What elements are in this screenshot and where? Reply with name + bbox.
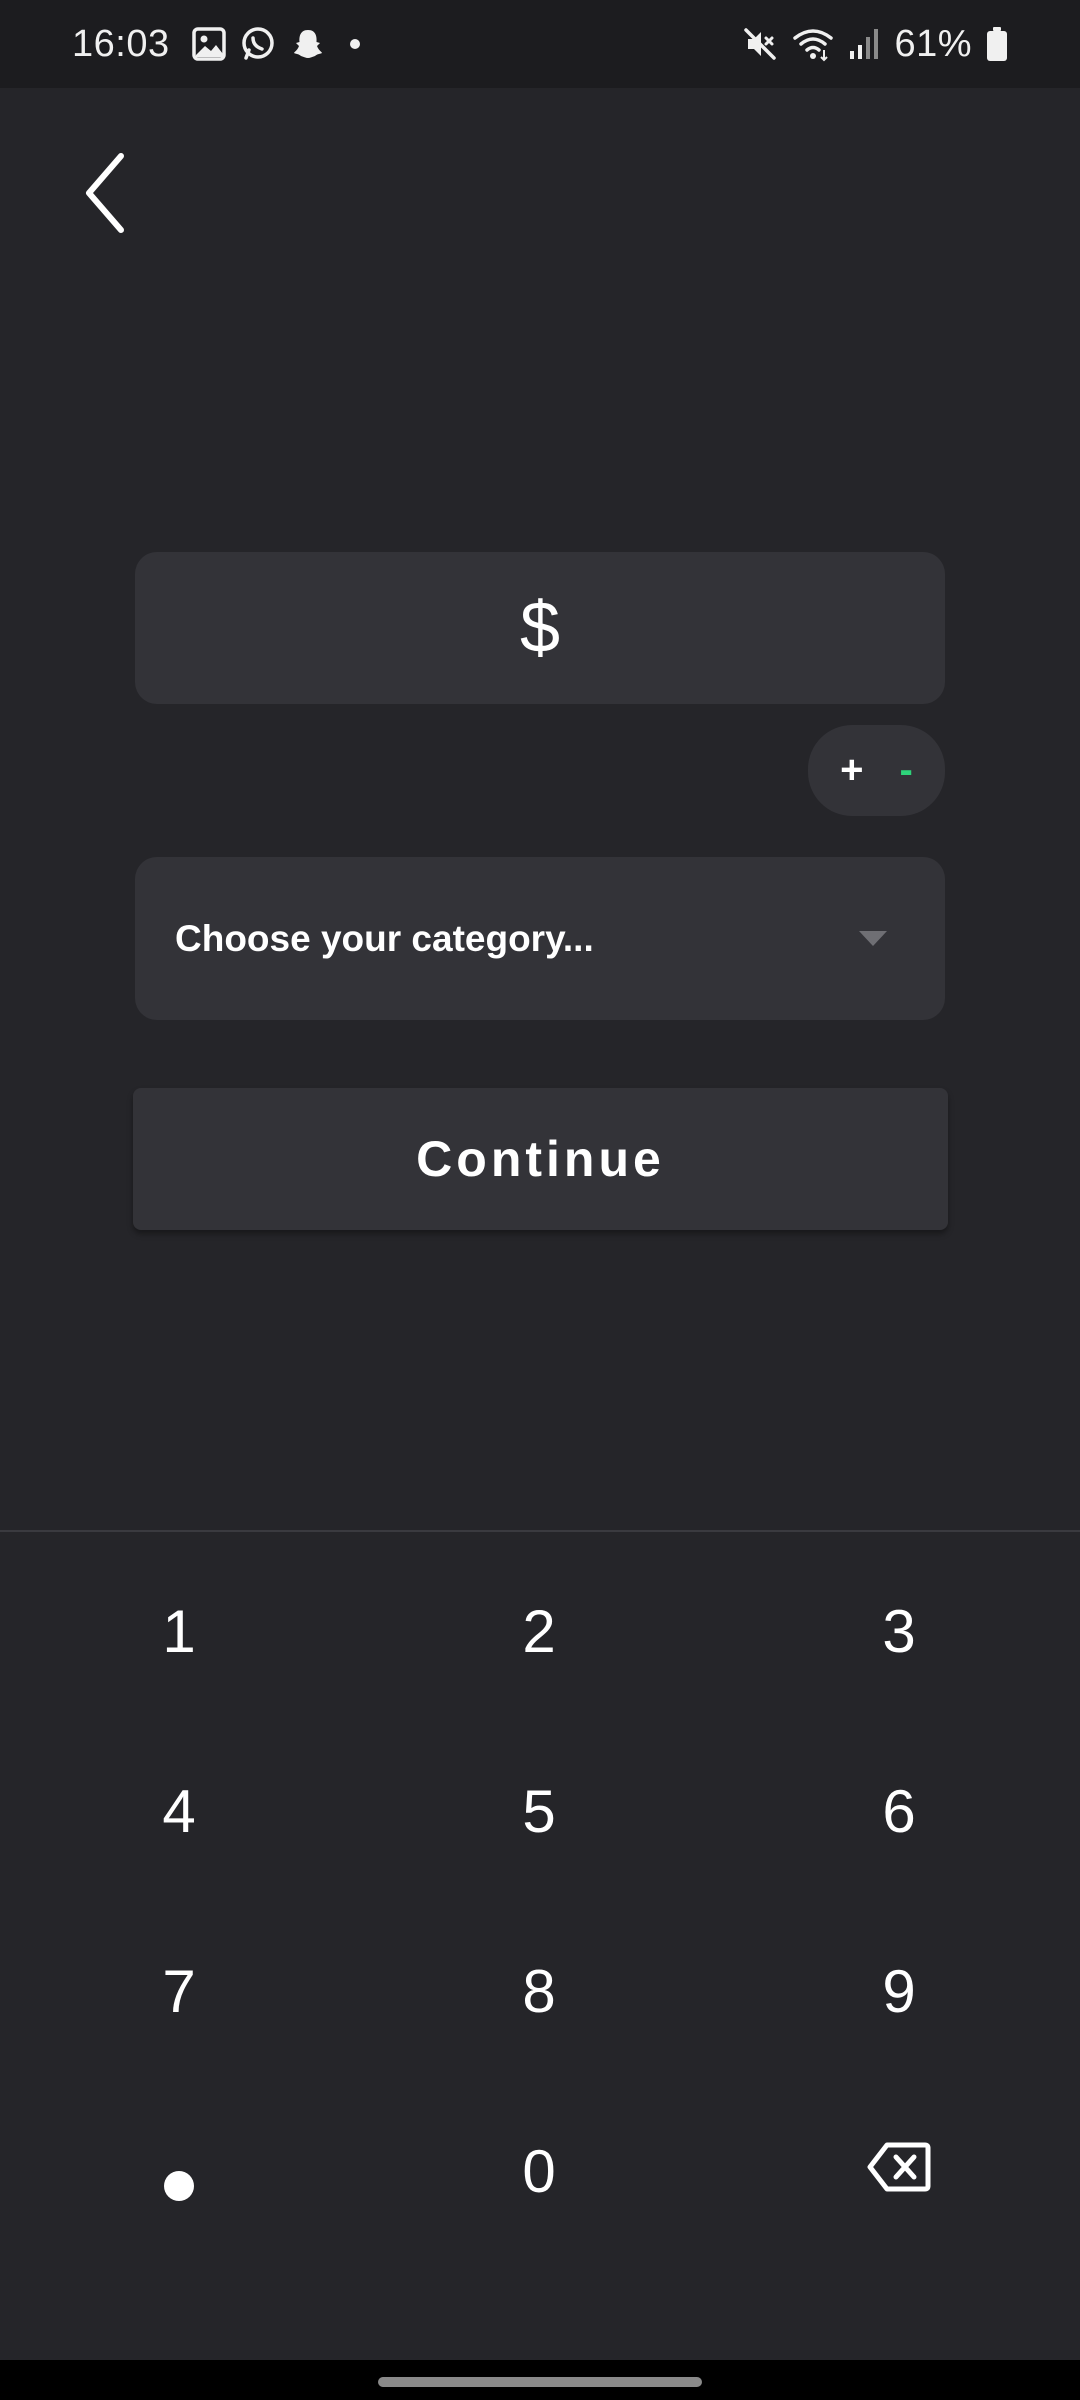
status-bar-right: 61%: [742, 23, 1008, 66]
minus-toggle-button[interactable]: -: [900, 748, 913, 793]
key-3[interactable]: 3: [799, 1556, 999, 1706]
signal-icon: [848, 27, 880, 61]
decimal-dot-icon: [164, 2171, 194, 2201]
key-9[interactable]: 9: [799, 1916, 999, 2066]
snapchat-icon: [290, 26, 326, 62]
battery-icon: [986, 26, 1008, 62]
category-placeholder: Choose your category...: [175, 917, 594, 959]
key-8[interactable]: 8: [439, 1916, 639, 2066]
system-nav-bar: [0, 2360, 1080, 2400]
mute-icon: [742, 26, 778, 62]
continue-button[interactable]: Continue: [133, 1088, 948, 1230]
backspace-icon: [867, 2142, 931, 2192]
sign-toggle[interactable]: + -: [808, 725, 945, 816]
key-5[interactable]: 5: [439, 1736, 639, 1886]
currency-symbol: $: [519, 588, 561, 668]
caret-down-icon: [859, 931, 887, 946]
home-indicator[interactable]: [378, 2377, 702, 2387]
numeric-keypad: 1 2 3 4 5 6 7 8 9 0: [0, 1530, 1080, 2360]
chevron-left-icon: [86, 153, 124, 233]
plus-toggle-button[interactable]: +: [840, 748, 863, 793]
status-time: 16:03: [72, 22, 170, 65]
key-0[interactable]: 0: [439, 2096, 639, 2246]
key-2[interactable]: 2: [439, 1556, 639, 1706]
status-bar-left: 16:03: [72, 23, 360, 66]
key-decimal[interactable]: [79, 2096, 279, 2246]
whatsapp-icon: [240, 26, 276, 62]
back-button[interactable]: [66, 138, 146, 248]
category-select[interactable]: Choose your category...: [135, 857, 945, 1020]
status-bar: 16:03 61%: [0, 0, 1080, 88]
key-1[interactable]: 1: [79, 1556, 279, 1706]
amount-input[interactable]: $: [135, 552, 945, 704]
wifi-icon: [792, 26, 834, 62]
key-7[interactable]: 7: [79, 1916, 279, 2066]
key-4[interactable]: 4: [79, 1736, 279, 1886]
battery-percent: 61%: [894, 22, 972, 65]
notification-dot-icon: [349, 39, 360, 49]
gallery-icon: [191, 27, 226, 61]
key-6[interactable]: 6: [799, 1736, 999, 1886]
key-backspace[interactable]: [799, 2092, 999, 2242]
